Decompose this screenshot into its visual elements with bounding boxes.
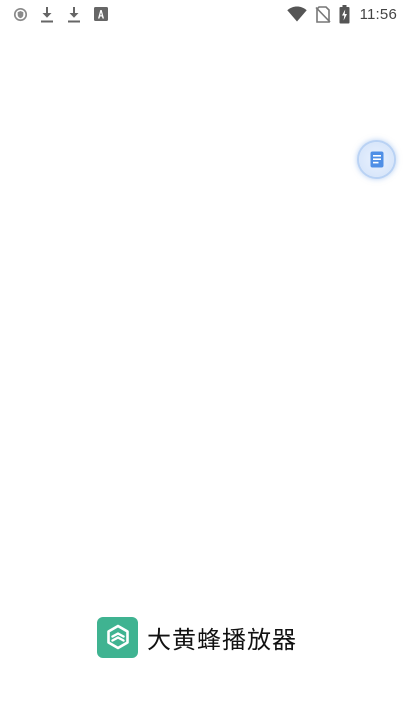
wifi-icon <box>286 6 307 22</box>
status-clock: 11:56 <box>359 5 397 23</box>
font-a-icon <box>93 5 109 23</box>
download-icon <box>66 5 82 23</box>
floating-document-button[interactable] <box>359 142 394 177</box>
status-system-icons: 11:56 <box>286 3 397 25</box>
shield-icon <box>12 5 28 23</box>
no-sim-icon <box>314 5 331 23</box>
app-name: 大黄蜂播放器 <box>147 625 297 654</box>
app-brand: 大黄蜂播放器 <box>97 616 297 658</box>
status-notification-icons <box>12 4 120 24</box>
document-icon <box>370 151 384 168</box>
download-icon <box>39 5 55 23</box>
status-bar: 11:56 <box>0 0 405 28</box>
battery-charging-icon <box>339 4 350 24</box>
bee-logo-icon <box>97 616 138 658</box>
